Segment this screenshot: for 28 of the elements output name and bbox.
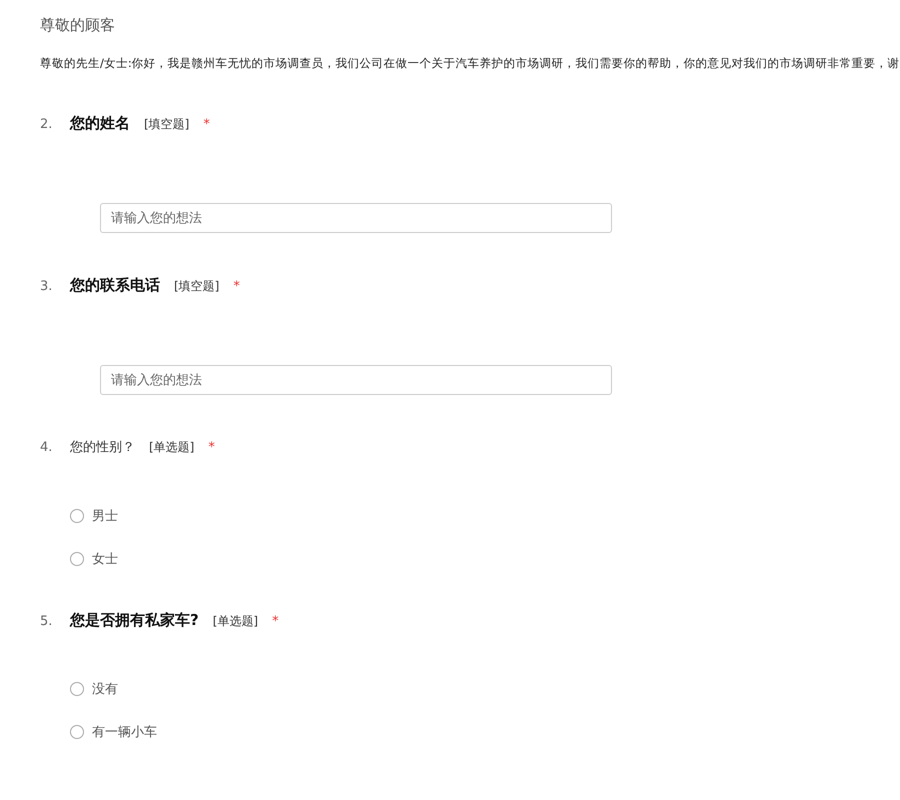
question-type: [单选题] [149,439,194,456]
option-label[interactable]: 男士 [92,506,118,524]
question-title: 您的联系电话 [70,276,160,295]
radio-button[interactable] [70,508,84,522]
radio-button[interactable] [70,724,84,738]
input-field[interactable]: 请输入您的想法 [100,365,612,395]
question-type: [填空题] [174,278,220,295]
required-mark: * [233,279,240,294]
input-field[interactable]: 请输入您的想法 [100,203,612,233]
intro-text: 尊敬的先生/女士:你好，我是赣州车无忧的市场调查员，我们公司在做一个关于汽车养护的市场调研，我们需要你的帮助，你的意见对我们的市场调研非常重要，谢 [40,55,900,71]
radio-button[interactable] [70,552,84,566]
required-mark: * [203,117,210,132]
question-title: 您是否拥有私家车? [70,611,199,630]
option-label[interactable]: 女士 [92,550,118,568]
required-mark: * [272,614,279,629]
question-title: 您的姓名 [70,114,130,133]
question-number: 2. [40,117,54,132]
survey-title: 尊敬的顾客 [40,15,116,35]
question-number: 4. [40,440,54,455]
question-number: 3. [40,279,54,294]
option-label[interactable]: 没有 [92,680,118,698]
radio-button[interactable] [70,682,84,696]
question-title: 您的性别？ [70,439,135,456]
question-type: [单选题] [212,613,258,630]
question-type: [填空题] [144,116,190,133]
required-mark: * [208,440,215,455]
option-label[interactable]: 有一辆小车 [92,722,157,740]
question-number: 5. [40,614,54,629]
